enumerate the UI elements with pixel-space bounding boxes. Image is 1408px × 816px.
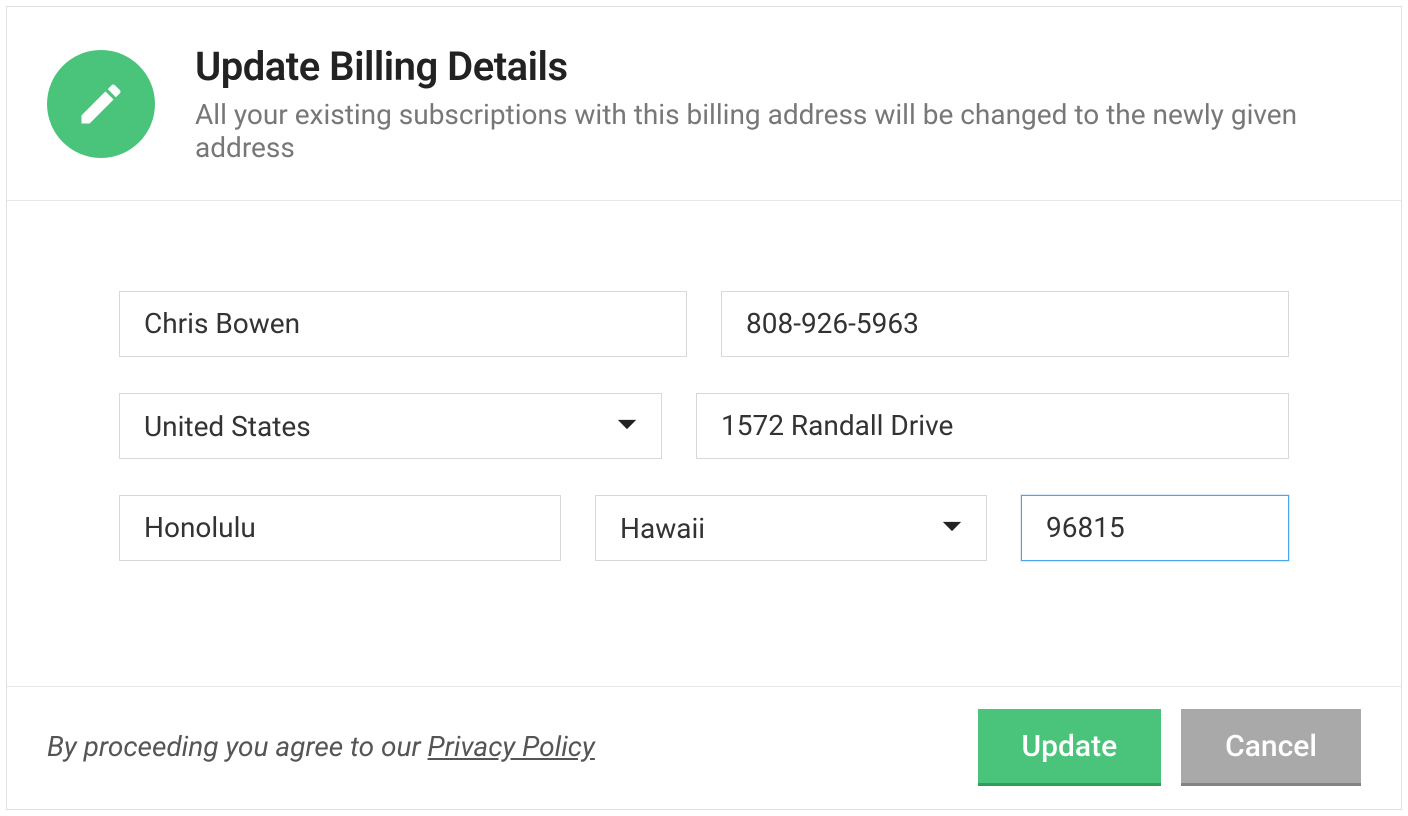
footer-buttons: Update Cancel <box>978 709 1361 783</box>
phone-field[interactable] <box>721 291 1289 357</box>
dialog-subtitle: All your existing subscriptions with thi… <box>195 98 1361 164</box>
name-field[interactable] <box>119 291 687 357</box>
header-text: Update Billing Details All your existing… <box>195 43 1361 164</box>
dialog-title: Update Billing Details <box>195 43 1361 90</box>
street-field[interactable] <box>696 393 1289 459</box>
city-field[interactable] <box>119 495 561 561</box>
zip-field[interactable] <box>1021 495 1289 561</box>
privacy-policy-link[interactable]: Privacy Policy <box>428 730 595 763</box>
country-select[interactable]: United States <box>119 393 662 459</box>
edit-icon <box>47 50 155 158</box>
dialog-footer: By proceeding you agree to our Privacy P… <box>7 686 1401 809</box>
dialog-header: Update Billing Details All your existing… <box>7 7 1401 201</box>
billing-details-dialog: Update Billing Details All your existing… <box>6 6 1402 810</box>
state-select[interactable]: Hawaii <box>595 495 987 561</box>
form-body: United States Hawaii <box>7 201 1401 686</box>
agree-text: By proceeding you agree to our Privacy P… <box>47 730 595 763</box>
cancel-button[interactable]: Cancel <box>1181 709 1361 783</box>
update-button[interactable]: Update <box>978 709 1162 783</box>
agree-prefix: By proceeding you agree to our <box>47 730 428 763</box>
